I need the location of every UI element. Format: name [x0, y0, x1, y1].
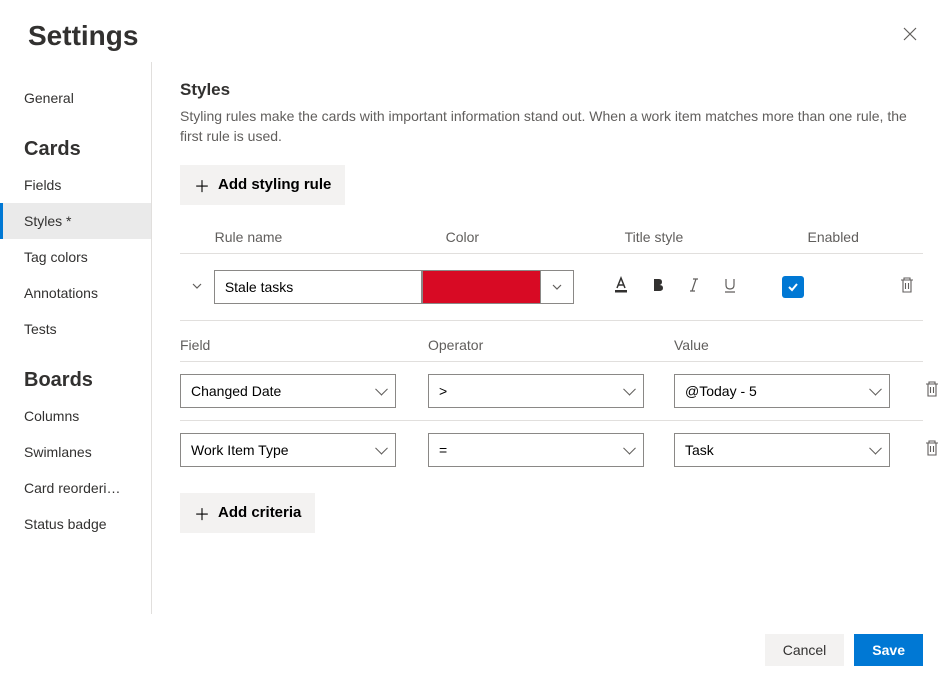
criteria-row [180, 361, 923, 420]
bold-button[interactable] [646, 275, 670, 298]
column-header-color: Color [446, 229, 625, 245]
close-icon [903, 27, 917, 41]
font-color-icon [612, 276, 630, 294]
add-criteria-button[interactable]: ＋ Add criteria [180, 493, 315, 533]
criteria-operator-select[interactable] [428, 374, 644, 408]
cancel-button[interactable]: Cancel [765, 634, 845, 666]
trash-icon [899, 276, 915, 294]
style-rule-row [180, 253, 923, 321]
enabled-checkbox[interactable] [782, 276, 804, 298]
delete-criteria-button[interactable] [920, 435, 944, 464]
criteria-field-select[interactable] [180, 374, 396, 408]
sidebar: General Cards Fields Styles * Tag colors… [0, 62, 152, 614]
dialog-title: Settings [28, 20, 138, 52]
add-criteria-label: Add criteria [218, 504, 301, 521]
criteria-operator-select[interactable] [428, 433, 644, 467]
color-swatch[interactable] [422, 270, 540, 304]
color-dropdown-button[interactable] [540, 270, 574, 304]
criteria-value-select[interactable] [674, 374, 890, 408]
delete-criteria-button[interactable] [920, 376, 944, 405]
column-header-name: Rule name [215, 229, 446, 245]
chevron-down-icon [551, 281, 563, 293]
panel-heading: Styles [180, 80, 923, 100]
italic-icon [686, 277, 702, 293]
trash-icon [924, 380, 940, 398]
chevron-down-icon[interactable] [191, 279, 203, 295]
panel-description: Styling rules make the cards with import… [180, 106, 923, 147]
sidebar-heading-cards: Cards [0, 130, 151, 167]
rule-name-input[interactable] [214, 270, 422, 304]
criteria-row [180, 420, 923, 479]
add-styling-rule-button[interactable]: ＋ Add styling rule [180, 165, 345, 205]
criteria-field-select[interactable] [180, 433, 396, 467]
sidebar-item-fields[interactable]: Fields [0, 167, 151, 203]
sidebar-item-columns[interactable]: Columns [0, 398, 151, 434]
check-icon [786, 280, 800, 294]
main-panel: Styles Styling rules make the cards with… [152, 62, 951, 614]
criteria-header-operator: Operator [428, 337, 674, 353]
underline-icon [722, 277, 738, 293]
color-picker[interactable] [422, 270, 574, 304]
column-header-title-style: Title style [625, 229, 808, 245]
column-header-enabled: Enabled [808, 229, 924, 245]
criteria-header-field: Field [180, 337, 428, 353]
sidebar-item-tests[interactable]: Tests [0, 311, 151, 347]
bold-icon [650, 277, 666, 293]
underline-button[interactable] [718, 275, 742, 298]
sidebar-item-styles[interactable]: Styles * [0, 203, 151, 239]
criteria-header-value: Value [674, 337, 894, 353]
italic-button[interactable] [682, 275, 706, 298]
delete-rule-button[interactable] [895, 272, 919, 301]
font-color-button[interactable] [608, 274, 634, 299]
add-styling-rule-label: Add styling rule [218, 176, 331, 193]
plus-icon: ＋ [194, 173, 210, 197]
sidebar-item-swimlanes[interactable]: Swimlanes [0, 434, 151, 470]
sidebar-item-card-reordering[interactable]: Card reorderi… [0, 470, 151, 506]
save-button[interactable]: Save [854, 634, 923, 666]
sidebar-item-tag-colors[interactable]: Tag colors [0, 239, 151, 275]
sidebar-heading-boards: Boards [0, 361, 151, 398]
sidebar-item-status-badge[interactable]: Status badge [0, 506, 151, 542]
criteria-value-select[interactable] [674, 433, 890, 467]
sidebar-item-general[interactable]: General [0, 80, 151, 116]
sidebar-item-annotations[interactable]: Annotations [0, 275, 151, 311]
close-button[interactable] [897, 21, 923, 52]
plus-icon: ＋ [194, 501, 210, 525]
trash-icon [924, 439, 940, 457]
